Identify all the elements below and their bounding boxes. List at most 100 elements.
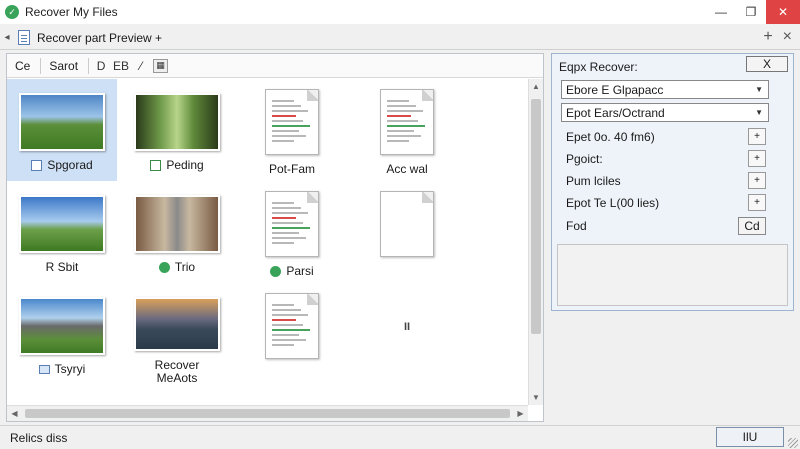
- scroll-down-icon[interactable]: ▼: [529, 390, 543, 405]
- toolbar: Ce Sarot D EB ⁄ ▦: [7, 54, 543, 78]
- file-label: Recover MeAots: [155, 359, 200, 385]
- location-select[interactable]: Ebore E Glpapacc ▼: [561, 80, 769, 99]
- option-label: Pgoict:: [566, 152, 603, 166]
- option-label: Pum lciles: [566, 174, 621, 188]
- photo-thumbnail: [134, 195, 220, 253]
- photo-thumbnail: [134, 93, 220, 151]
- photo-thumbnail: [19, 93, 105, 151]
- file-item[interactable]: II: [352, 283, 462, 385]
- green-circle-icon: [270, 266, 282, 277]
- file-item[interactable]: R Sbit: [7, 181, 117, 283]
- close-tab-button[interactable]: ×: [783, 28, 792, 46]
- file-item[interactable]: Recover MeAots: [122, 283, 232, 385]
- status-text: Relics diss: [10, 431, 68, 445]
- option-row: Epot Te L(00 lies): [566, 194, 776, 212]
- file-item[interactable]: Acc wal: [352, 79, 462, 181]
- document-thumbnail: [265, 191, 319, 257]
- scroll-up-icon[interactable]: ▲: [529, 79, 543, 94]
- file-label: Spgorad: [31, 158, 93, 172]
- option-row: Pum lciles: [566, 172, 776, 190]
- file-item[interactable]: Trio: [122, 181, 232, 283]
- panel-title: Eqpx Recover:: [559, 60, 638, 74]
- toolbar-ce-button[interactable]: Ce: [11, 56, 34, 76]
- close-window-button[interactable]: ✕: [766, 0, 800, 24]
- find-button[interactable]: Cd: [738, 217, 766, 235]
- status-bar: Relics diss IlU: [0, 425, 800, 449]
- file-name: R Sbit: [45, 260, 79, 274]
- resize-grip-icon[interactable]: [788, 438, 798, 448]
- file-name: Parsi: [286, 264, 314, 278]
- file-name: Peding: [166, 158, 204, 172]
- file-label: Acc wal: [386, 163, 427, 176]
- horizontal-scrollbar[interactable]: ◀ ▶: [7, 405, 528, 421]
- title-bar: ✓ Recover My Files — ❐ ✕: [0, 0, 800, 24]
- photo-thumbnail: [134, 297, 220, 351]
- type-select[interactable]: Epot Ears/Octrand ▼: [561, 103, 769, 122]
- file-label: Tsyryi: [38, 362, 86, 376]
- document-icon: [18, 30, 30, 45]
- file-name: Tsyryi: [54, 362, 86, 376]
- edit-icon[interactable]: ⁄: [133, 58, 149, 74]
- view-icon[interactable]: EB: [113, 58, 129, 74]
- file-label: Pot-Fam: [269, 163, 315, 176]
- file-name: Pot-Fam: [268, 162, 315, 176]
- file-item[interactable]: Pot-Fam: [237, 79, 347, 181]
- sort-button[interactable]: Sarot: [45, 56, 82, 76]
- tab-scroll-left-icon[interactable]: ◂: [0, 32, 14, 43]
- option-row: Pgoict:: [566, 150, 776, 168]
- file-item[interactable]: Peding: [122, 79, 232, 181]
- vertical-scroll-thumb[interactable]: [531, 99, 541, 334]
- type-select-value: Epot Ears/Octrand: [566, 105, 665, 120]
- tab-recover-preview[interactable]: Recover part Preview +: [14, 27, 170, 49]
- document-thumbnail: [265, 89, 319, 155]
- option-add-button[interactable]: +: [748, 150, 766, 167]
- scroll-right-icon[interactable]: ▶: [513, 406, 528, 422]
- file-name: Recover MeAots: [154, 358, 200, 385]
- file-name: Spgorad: [47, 158, 93, 172]
- edit-icon: [150, 160, 162, 171]
- open-icon[interactable]: D: [93, 58, 109, 74]
- file-item[interactable]: [352, 181, 462, 283]
- details-box: [557, 244, 788, 306]
- file-item[interactable]: Spgorad: [7, 79, 117, 181]
- green-circle-icon: [158, 262, 170, 273]
- toolbar-divider: [88, 57, 90, 74]
- photo-thumbnail: [19, 297, 105, 355]
- find-label: Fod: [566, 219, 587, 233]
- tab-bar: ◂ Recover part Preview + + ×: [0, 26, 800, 50]
- file-name: Trio: [174, 260, 196, 274]
- panel-close-button[interactable]: X: [746, 56, 788, 72]
- maximize-button[interactable]: ❐: [736, 0, 766, 24]
- folder-icon: [38, 365, 50, 374]
- file-name: Acc wal: [386, 162, 428, 176]
- vertical-scrollbar[interactable]: ▲ ▼: [528, 79, 543, 405]
- document-thumbnail: [380, 191, 434, 257]
- pause-icon[interactable]: II: [404, 321, 410, 333]
- file-icon: [31, 160, 43, 171]
- horizontal-scroll-thumb[interactable]: [25, 409, 510, 418]
- file-label: Trio: [158, 260, 196, 274]
- minimize-button[interactable]: —: [706, 0, 736, 24]
- option-add-button[interactable]: +: [748, 128, 766, 145]
- file-grid: Spgorad Peding Pot-Fam Acc wal R Sbit Trio Par…: [7, 79, 527, 405]
- tab-label: Recover part Preview +: [37, 30, 163, 45]
- scroll-left-icon[interactable]: ◀: [7, 406, 22, 422]
- option-add-button[interactable]: +: [748, 194, 766, 211]
- option-add-button[interactable]: +: [748, 172, 766, 189]
- add-tab-button[interactable]: +: [763, 28, 772, 46]
- app-logo-icon: ✓: [5, 5, 19, 19]
- photo-thumbnail: [19, 195, 105, 253]
- option-row: Epet 0o. 40 fm6): [566, 128, 776, 146]
- status-action-button[interactable]: IlU: [716, 427, 784, 447]
- grid-view-icon[interactable]: ▦: [153, 58, 169, 73]
- file-browser-panel: Ce Sarot D EB ⁄ ▦ Spgorad Peding Pot-Fam Ac…: [6, 53, 544, 422]
- option-label: Epet 0o. 40 fm6): [566, 130, 655, 144]
- file-item[interactable]: [237, 283, 347, 385]
- window-title: Recover My Files: [25, 5, 118, 19]
- document-thumbnail: [265, 293, 319, 359]
- file-item[interactable]: Parsi: [237, 181, 347, 283]
- option-label: Epot Te L(00 lies): [566, 196, 660, 210]
- location-select-value: Ebore E Glpapacc: [566, 82, 664, 97]
- file-item[interactable]: Tsyryi: [7, 283, 117, 385]
- document-thumbnail: [380, 89, 434, 155]
